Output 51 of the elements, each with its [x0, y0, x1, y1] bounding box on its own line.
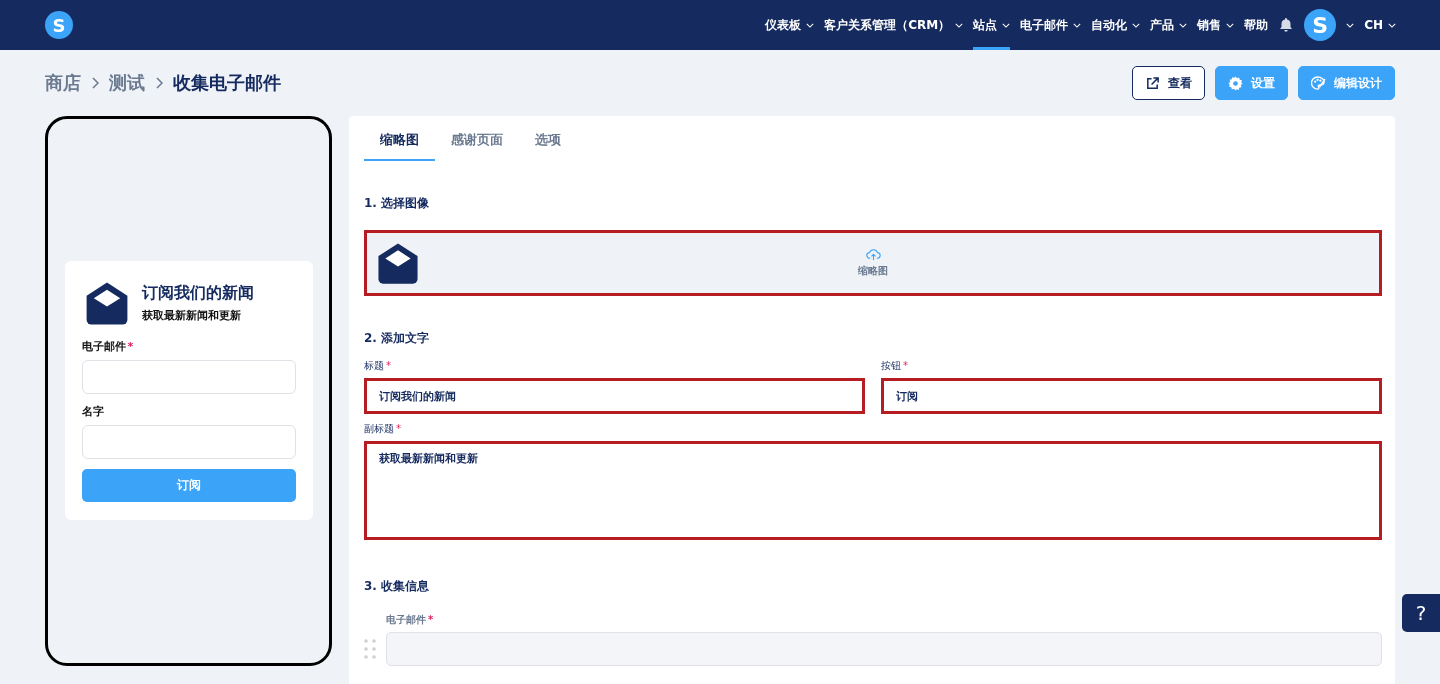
breadcrumb-item: 收集电子邮件 [173, 71, 281, 95]
field-label: 电子邮件 [386, 614, 426, 625]
nav-item[interactable]: 站点 [973, 0, 1011, 50]
breadcrumb-item[interactable]: 测试 [109, 71, 145, 95]
language-menu[interactable]: CH [1364, 0, 1396, 50]
nav-item[interactable]: 自动化 [1091, 0, 1141, 50]
upload-icon [865, 248, 881, 261]
nav-item[interactable]: 帮助 [1244, 0, 1269, 50]
nav-item[interactable]: 销售 [1197, 0, 1235, 50]
bell-icon[interactable] [1278, 17, 1295, 33]
input-field[interactable] [81, 424, 296, 459]
required-mark: * [396, 423, 401, 434]
palette-icon [1311, 75, 1326, 91]
input-field[interactable] [81, 359, 296, 394]
view-button[interactable]: 查看 [1132, 66, 1205, 100]
required-mark: * [428, 614, 434, 625]
input-field[interactable] [386, 632, 1382, 666]
card-title: 订阅我们的新闻 [141, 282, 254, 304]
nav-item[interactable]: 客户关系管理（CRM） [824, 0, 964, 50]
upload-label: 缩略图 [858, 264, 888, 278]
section-heading: 1. 选择图像 [364, 195, 431, 212]
breadcrumb-item[interactable]: 商店 [45, 71, 81, 95]
field-label: 副标题 [364, 423, 394, 434]
nav-item[interactable]: 电子邮件 [1020, 0, 1082, 50]
required-mark: * [127, 339, 134, 353]
field-label: 标题 [364, 360, 384, 371]
input-field[interactable]: 订阅我们的新闻 [364, 378, 865, 414]
settings-icon [1228, 75, 1243, 91]
field-label: 按钮 [881, 360, 901, 371]
tab[interactable]: 选项 [519, 116, 577, 161]
tab[interactable]: 缩略图 [364, 116, 435, 161]
help-button[interactable]: ? [1402, 594, 1440, 632]
required-mark: * [903, 360, 908, 371]
field-label: 电子邮件 [81, 339, 126, 353]
drag-handle-icon[interactable] [364, 639, 376, 659]
field-label: 名字 [81, 404, 104, 418]
chevron-right-icon [91, 77, 99, 89]
chevron-right-icon [155, 77, 163, 89]
external-link-icon [1145, 75, 1160, 91]
image-upload[interactable]: 缩略图 [364, 230, 1382, 296]
chevron-icon[interactable] [1346, 22, 1355, 28]
nav-item[interactable]: 仪表板 [765, 0, 815, 50]
input-field[interactable]: 订阅 [881, 378, 1382, 414]
subtitle-field[interactable]: 获取最新新闻和更新 [364, 441, 1382, 540]
nav-item[interactable]: 产品 [1150, 0, 1188, 50]
section-heading: 2. 添加文字 [364, 330, 431, 347]
required-mark: * [386, 360, 391, 371]
card-subtitle: 获取最新新闻和更新 [141, 307, 242, 323]
section-heading: 3. 收集信息 [364, 578, 431, 595]
tab[interactable]: 感谢页面 [435, 116, 519, 161]
chevron-icon [1388, 22, 1396, 28]
